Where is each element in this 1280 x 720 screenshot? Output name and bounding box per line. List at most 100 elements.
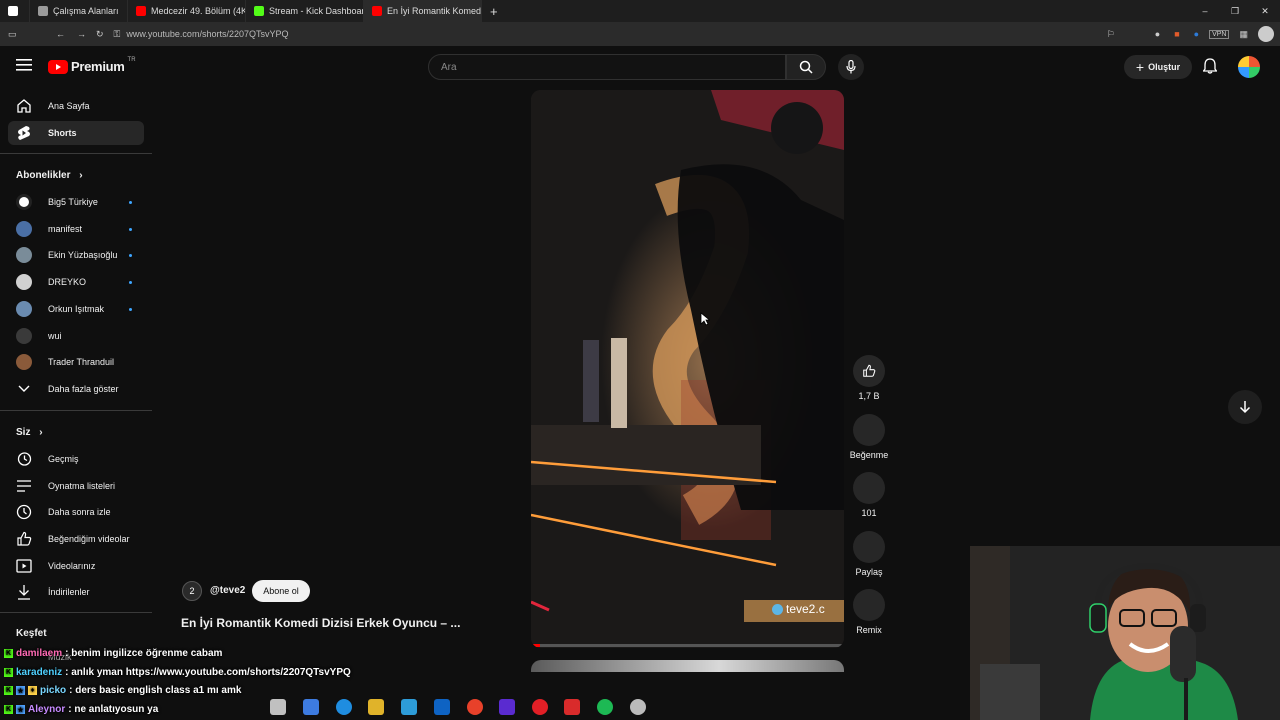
arrow-down-icon [1239,401,1251,414]
sidebar-item-label: İndirilenler [48,587,90,597]
shorts-icon [16,125,32,141]
notifications-button[interactable] [1202,58,1219,74]
copilot-icon[interactable] [303,699,319,715]
reload-icon[interactable]: ↻ [96,29,104,40]
account-avatar[interactable] [1238,56,1260,78]
guide-menu-icon[interactable] [16,58,32,72]
sidebar-item-ekin-yuzbasioglu[interactable]: Ekin Yüzbaşıoğlu [8,243,144,267]
close-icon[interactable]: ✕ [1250,6,1280,17]
kick-badge-icon: K [4,668,13,677]
back-icon[interactable]: ← [56,29,65,39]
youtube-favicon-icon [372,6,382,16]
dislike-button[interactable]: Beğenme [846,414,892,460]
sidebar-item-orkun-isitmak[interactable]: Orkun Işıtmak [8,297,144,321]
channel-name[interactable]: @teve2 [210,585,245,596]
avatar [16,274,32,290]
playlists-icon [16,478,32,494]
channel-avatar[interactable]: 2 [182,581,202,601]
file-explorer-icon[interactable] [368,699,384,715]
extensions-icon[interactable]: ▦ [1239,29,1248,40]
short-video-player[interactable]: teve2.c [531,90,844,648]
watermark-text: teve2.c [786,602,825,616]
create-button[interactable]: + Oluştur [1124,55,1192,79]
chevron-right-icon: › [79,170,83,181]
browser-menu-button[interactable] [0,0,30,22]
tab-current-short[interactable]: En İyi Romantik Komedi Di [364,0,482,22]
share-button[interactable]: Paylaş [852,531,886,577]
sidebar-item-label: Daha fazla göster [48,384,119,394]
sidebar-item-playlists[interactable]: Oynatma listeleri [8,474,144,498]
sidebar-item-watch-later[interactable]: Daha sonra izle [8,500,144,524]
extension-icon[interactable]: ● [1155,29,1160,39]
tab-workspaces[interactable]: Çalışma Alanları [30,0,128,22]
new-tab-button[interactable]: + [482,0,506,22]
next-short-preview[interactable] [531,660,844,672]
bookmark-icon[interactable]: ⚐ [1107,29,1115,40]
sidebar-item-downloads[interactable]: İndirilenler [8,580,144,604]
youtube-logo[interactable]: Premium TR [48,57,136,74]
sidebar-item-label: wui [48,331,62,341]
video-progress-track[interactable] [531,644,844,647]
spotify-icon[interactable] [597,699,613,715]
vivaldi-icon[interactable] [564,699,580,715]
sidebar-item-trader-thranduil[interactable]: Trader Thranduil [8,350,144,374]
sidebar-item-shorts[interactable]: Shorts [8,121,144,145]
comments-button[interactable]: 101 [852,472,886,518]
sidebar-item-dreyko[interactable]: DREYKO [8,270,144,294]
subscribe-button[interactable]: Abone ol [252,580,310,602]
chat-username: damilaem [16,648,63,659]
sidebar-item-home[interactable]: Ana Sayfa [8,94,144,118]
search-input[interactable]: Ara [428,54,786,80]
address-bar: ▭ ← → ↻ ⚿ www.youtube.com/shorts/2207QTs… [0,22,1280,46]
remix-button[interactable]: Remix [852,589,886,635]
voice-search-button[interactable] [838,54,864,80]
dislike-label: Beğenme [849,450,889,460]
vivaldi-icon [8,6,18,16]
short-title[interactable]: En İyi Romantik Komedi Dizisi Erkek Oyun… [181,616,460,630]
extension-icon[interactable]: ● [1194,29,1199,39]
restore-icon[interactable]: ❐ [1220,6,1250,17]
profile-avatar[interactable] [1258,26,1274,42]
tab-kick-dashboard[interactable]: Stream - Kick Dashboard [246,0,364,22]
tab-label: Stream - Kick Dashboard [269,6,364,16]
extension-icon[interactable]: ■ [1174,29,1179,39]
site-info-icon[interactable]: ⚿ [114,29,121,40]
mouse-cursor-icon [700,312,711,331]
obs-icon[interactable] [630,699,646,715]
kick-badge-icon: K [4,649,13,658]
sidebar-item-liked-videos[interactable]: Beğendiğim videolar [8,527,144,551]
search-icon [799,60,813,74]
bell-icon [1202,58,1218,74]
task-view-icon[interactable] [270,699,286,715]
watch-later-icon [16,504,32,520]
outlook-icon[interactable] [434,699,450,715]
chrome-icon[interactable] [467,699,483,715]
sidebar-item-wui[interactable]: wui [8,324,144,348]
sidebar-item-your-videos[interactable]: Videolarınız [8,554,144,578]
comment-icon [853,472,885,504]
sidebar-item-big5-turkiye[interactable]: Big5 Türkiye [8,190,144,214]
video-watermark: teve2.c [772,602,825,616]
your-videos-icon [16,558,32,574]
search-button[interactable] [786,54,826,80]
tab-medcezir[interactable]: Medcezir 49. Bölüm (4K) - Y [128,0,246,22]
forward-icon[interactable]: → [77,29,86,39]
sidebar-item-history[interactable]: Geçmiş [8,447,144,471]
like-button[interactable]: 1,7 B [852,355,886,401]
thumbs-up-icon [16,531,32,547]
vpn-badge[interactable]: VPN [1209,29,1230,39]
sidebar-toggle-icon[interactable]: ▭ [8,29,22,40]
sidebar-divider [0,410,152,411]
you-heading[interactable]: Siz › [16,427,43,438]
subscriptions-heading[interactable]: Abonelikler › [16,170,83,181]
avatar [16,247,32,263]
url-field[interactable]: www.youtube.com/shorts/2207QTsvYPQ [126,29,288,39]
sidebar-item-show-more[interactable]: Daha fazla göster [8,377,144,401]
premiere-icon[interactable] [499,699,515,715]
edge-icon[interactable] [336,699,352,715]
sidebar-item-manifest[interactable]: manifest [8,217,144,241]
store-icon[interactable] [401,699,417,715]
next-short-button[interactable] [1228,390,1262,424]
opera-icon[interactable] [532,699,548,715]
minimize-icon[interactable]: – [1190,6,1220,16]
